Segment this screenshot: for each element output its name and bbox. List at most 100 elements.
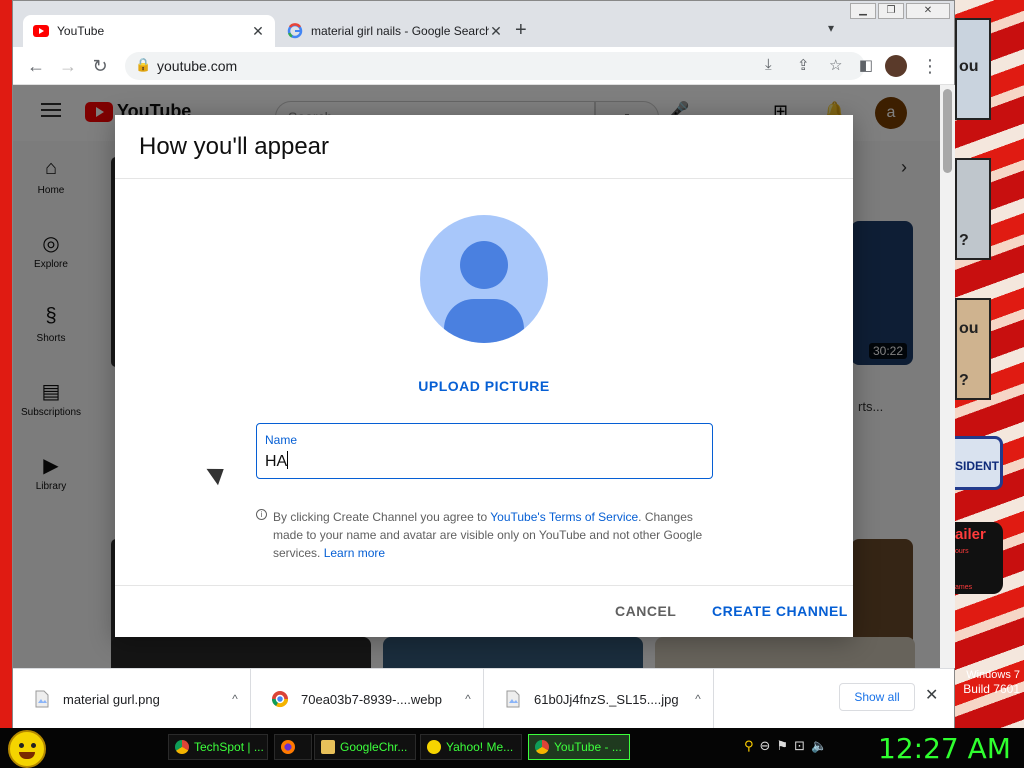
side-panel-icon[interactable]: ◧ bbox=[855, 55, 877, 77]
download-item[interactable]: 61b0Jj4fnzS._SL15....jpg ^ bbox=[484, 669, 714, 729]
text-caret bbox=[287, 451, 289, 469]
terms-of-service-link[interactable]: YouTube's Terms of Service bbox=[490, 510, 638, 524]
search-icon[interactable]: ⚲ bbox=[744, 738, 754, 754]
taskbar-item-label: TechSpot | ... bbox=[194, 740, 264, 754]
clock[interactable]: 12:27 AM bbox=[878, 732, 1011, 765]
download-item[interactable]: 70ea03b7-8939-....webp ^ bbox=[251, 669, 484, 729]
forward-icon[interactable]: → bbox=[57, 55, 79, 77]
wallpaper-panel: ou ? bbox=[955, 298, 991, 400]
taskbar-item-techspot[interactable]: TechSpot | ... bbox=[168, 734, 268, 760]
wallpaper-text: ours bbox=[955, 548, 969, 555]
chrome-icon bbox=[271, 691, 289, 708]
create-channel-button[interactable]: CREATE CHANNEL bbox=[712, 603, 848, 619]
network-icon[interactable]: ⊡ bbox=[794, 738, 805, 754]
scrollbar-thumb[interactable] bbox=[943, 89, 952, 173]
terms-notice: i By clicking Create Channel you agree t… bbox=[256, 508, 726, 562]
default-avatar-icon bbox=[420, 215, 548, 343]
youtube-page: YouTube Search ⌕ 🎤 ⊞ 🔔 a ⌂Home ◎Explore … bbox=[13, 85, 940, 668]
back-icon[interactable]: ← bbox=[25, 55, 47, 77]
chrome-icon bbox=[535, 740, 549, 754]
vertical-scrollbar[interactable] bbox=[940, 85, 955, 668]
tab-youtube[interactable]: YouTube ✕ bbox=[23, 15, 275, 47]
volume-icon[interactable]: 🔈 bbox=[811, 738, 827, 754]
close-window-button[interactable]: ✕ bbox=[906, 3, 950, 19]
name-field-value-wrap: HA bbox=[265, 451, 289, 471]
url-text: youtube.com bbox=[157, 58, 238, 74]
wallpaper-text: ames bbox=[955, 584, 973, 591]
bookmark-star-icon[interactable]: ☆ bbox=[829, 56, 842, 74]
wallpaper-text: ou bbox=[959, 58, 979, 75]
address-bar[interactable]: 🔒 youtube.com ⤓ ⇪ ☆ bbox=[125, 52, 865, 80]
create-channel-dialog: How you'll appear UPLOAD PICTURE Name HA… bbox=[115, 115, 853, 637]
windows-version-name: Windows 7 bbox=[966, 669, 1020, 681]
chevron-up-icon[interactable]: ^ bbox=[220, 692, 250, 706]
lock-icon[interactable]: 🔒 bbox=[135, 57, 151, 73]
taskbar-item-label: Yahoo! Me... bbox=[446, 740, 514, 754]
install-icon[interactable]: ⤓ bbox=[765, 56, 772, 73]
taskbar-item-label: GoogleChr... bbox=[340, 740, 408, 754]
divider bbox=[115, 178, 853, 179]
wallpaper-text: ? bbox=[959, 372, 969, 389]
name-field[interactable]: Name HA bbox=[256, 423, 713, 479]
profile-avatar[interactable] bbox=[885, 55, 907, 77]
wallpaper-text: SIDENT bbox=[955, 459, 1000, 473]
download-bar: material gurl.png ^ 70ea03b7-8939-....we… bbox=[13, 668, 954, 729]
wallpaper-text: ? bbox=[959, 232, 969, 249]
browser-window: YouTube ✕ material girl nails - Google S… bbox=[12, 0, 955, 729]
system-tray: ⚲ ⊖ ⚑ ⊡ 🔈 bbox=[744, 738, 827, 754]
tab-title: YouTube bbox=[57, 24, 105, 38]
minimize-button[interactable]: ▁ bbox=[850, 3, 876, 19]
wallpaper-dark-panel: ailer ours ames bbox=[955, 522, 1003, 594]
google-icon bbox=[287, 23, 303, 39]
windows-build: Build 7601 bbox=[963, 682, 1020, 696]
dialog-title: How you'll appear bbox=[139, 133, 330, 160]
learn-more-link[interactable]: Learn more bbox=[324, 546, 385, 560]
firefox-icon bbox=[281, 740, 295, 754]
wallpaper-text: ou bbox=[959, 320, 979, 337]
show-all-downloads-button[interactable]: Show all bbox=[839, 683, 915, 711]
tab-title: material girl nails - Google Search bbox=[311, 24, 489, 38]
download-filename: 70ea03b7-8939-....webp bbox=[301, 691, 442, 707]
name-field-label: Name bbox=[265, 433, 298, 447]
share-icon[interactable]: ⇪ bbox=[797, 56, 810, 74]
chrome-icon bbox=[175, 740, 189, 754]
chevron-up-icon[interactable]: ^ bbox=[453, 692, 483, 706]
info-icon: i bbox=[256, 509, 267, 520]
maximize-button[interactable]: ❐ bbox=[878, 3, 904, 19]
chevron-up-icon[interactable]: ^ bbox=[683, 692, 713, 706]
wallpaper-panel: ou bbox=[955, 18, 991, 120]
menu-kebab-icon[interactable]: ⋮ bbox=[919, 55, 941, 77]
image-file-icon bbox=[35, 690, 49, 708]
tab-google-search[interactable]: material girl nails - Google Search ✕ bbox=[277, 15, 513, 47]
folder-icon bbox=[321, 740, 335, 754]
divider bbox=[115, 585, 853, 586]
taskbar: TechSpot | ... GoogleChr... Yahoo! Me...… bbox=[0, 728, 1024, 768]
cancel-button[interactable]: CANCEL bbox=[615, 603, 676, 619]
status-icon[interactable]: ⊖ bbox=[760, 738, 771, 754]
taskbar-item-yahoo-messenger[interactable]: Yahoo! Me... bbox=[420, 734, 522, 760]
taskbar-item-youtube[interactable]: YouTube - ... bbox=[528, 734, 630, 760]
close-tab-icon[interactable]: ✕ bbox=[251, 23, 265, 40]
windows-version: Windows 7 Build 7601 bbox=[963, 668, 1020, 696]
download-filename: material gurl.png bbox=[63, 691, 160, 707]
download-filename: 61b0Jj4fnzS._SL15....jpg bbox=[534, 691, 679, 707]
close-download-bar-icon[interactable]: ✕ bbox=[925, 685, 938, 705]
tab-strip: YouTube ✕ material girl nails - Google S… bbox=[13, 1, 954, 47]
wallpaper-badge: SIDENT bbox=[955, 436, 1003, 490]
taskbar-item-folder[interactable]: GoogleChr... bbox=[314, 734, 416, 760]
wallpaper-text: ailer bbox=[955, 526, 986, 543]
reload-icon[interactable]: ↻ bbox=[89, 55, 111, 77]
wallpaper-panel: ? bbox=[955, 158, 991, 260]
image-file-icon bbox=[506, 690, 520, 708]
close-tab-icon[interactable]: ✕ bbox=[489, 23, 503, 40]
terms-text: By clicking Create Channel you agree to … bbox=[273, 508, 726, 562]
taskbar-item-firefox[interactable] bbox=[274, 734, 312, 760]
tab-search-chevron-icon[interactable]: ▾ bbox=[828, 21, 834, 35]
start-button[interactable] bbox=[8, 730, 46, 768]
download-item[interactable]: material gurl.png ^ bbox=[13, 669, 251, 729]
upload-picture-button[interactable]: UPLOAD PICTURE bbox=[115, 378, 853, 394]
youtube-icon bbox=[33, 25, 49, 37]
new-tab-button[interactable]: + bbox=[515, 19, 527, 41]
action-center-flag-icon[interactable]: ⚑ bbox=[776, 738, 788, 754]
terms-prefix: By clicking Create Channel you agree to bbox=[273, 510, 491, 524]
